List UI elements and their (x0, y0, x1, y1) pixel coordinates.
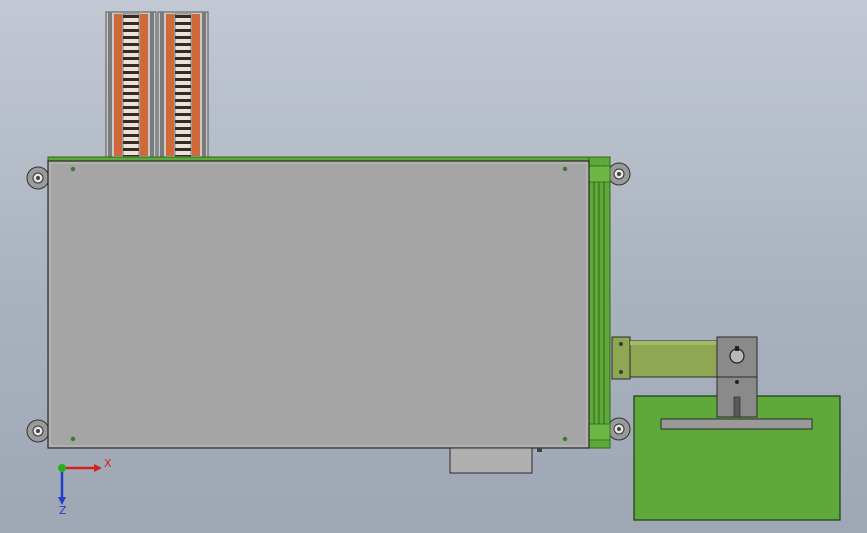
stack-column-left (105, 11, 157, 159)
stack-orange-strip (114, 14, 122, 156)
stack-column-right (157, 11, 209, 159)
stack-assembly (105, 11, 209, 159)
corner-mount (26, 166, 50, 190)
stack-orange-strip (140, 14, 148, 156)
corner-mount (26, 419, 50, 443)
coordinate-triad-icon: X Z (58, 457, 112, 517)
screw (562, 166, 568, 172)
screw (70, 166, 76, 172)
bolt-hole-icon (729, 348, 745, 364)
z-axis-label: Z (59, 504, 67, 517)
x-axis-label: X (104, 457, 112, 470)
main-panel[interactable] (47, 160, 590, 449)
mounting-block (716, 336, 758, 378)
screw (562, 436, 568, 442)
stack-orange-strip (192, 14, 200, 156)
green-base-plate (633, 376, 841, 521)
cad-viewport[interactable]: X Z (0, 0, 867, 533)
screw (70, 436, 76, 442)
corner-mount (607, 162, 631, 186)
corner-mount (607, 417, 631, 441)
bottom-connector (449, 447, 542, 474)
bracket-arm (611, 336, 719, 380)
stack-orange-strip (166, 14, 174, 156)
